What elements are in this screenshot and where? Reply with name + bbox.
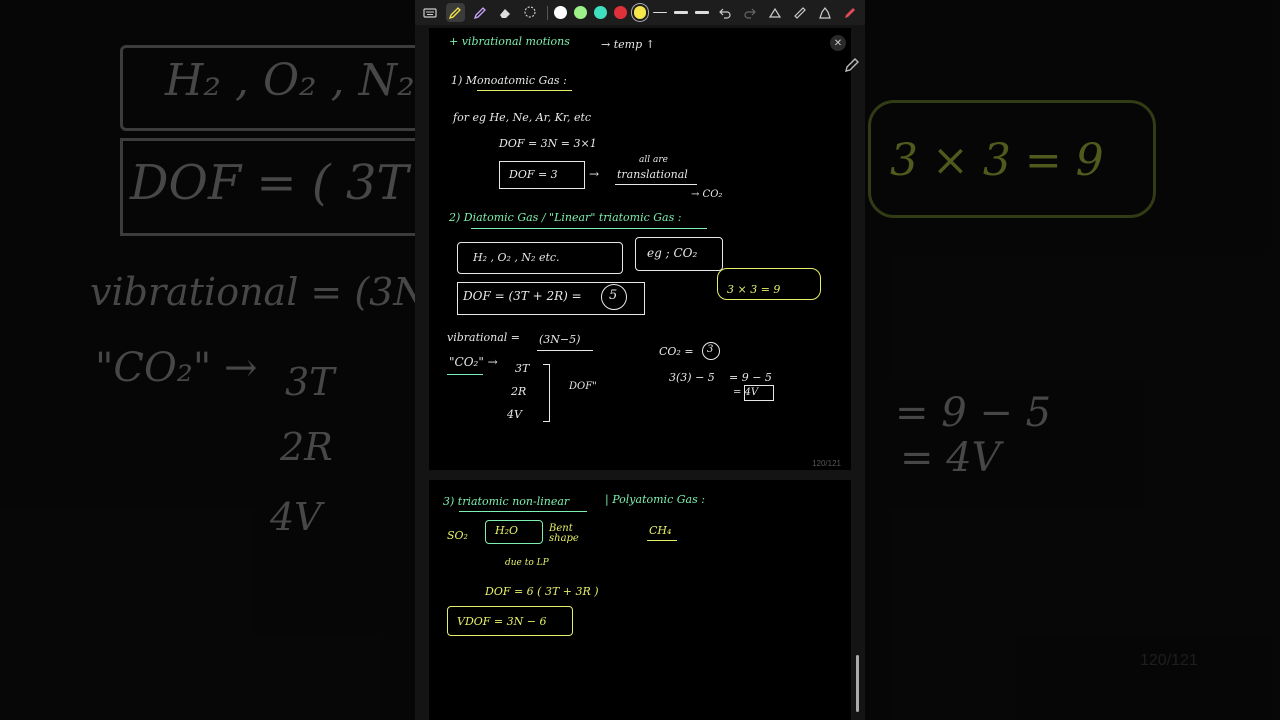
ruler-icon[interactable] <box>790 3 809 22</box>
p2-triatomic-nonlinear: 3) triatomic non-linear <box>443 495 570 508</box>
p1-monoatomic-underline <box>477 90 572 91</box>
p1-five: 5 <box>609 288 618 303</box>
p1-9-minus-5: = 9 − 5 <box>729 371 772 384</box>
eraser-icon[interactable] <box>495 3 514 22</box>
p2-polyatomic-gas: | Polyatomic Gas : <box>605 493 705 506</box>
p1-2r: 2R <box>511 385 527 398</box>
p1-co2-eq: CO₂ = <box>659 345 694 358</box>
p1-dof-3: DOF = 3 <box>509 168 558 181</box>
p1-diatomic-label: 2) Diatomic Gas / "Linear" triatomic Gas… <box>449 211 682 224</box>
shapes-icon[interactable] <box>766 3 785 22</box>
close-icon[interactable]: ✕ <box>830 35 846 51</box>
p1-three: 3 <box>707 344 714 355</box>
p1-dof-quote: DOF" <box>569 381 597 392</box>
p1-vibrational-motions: + vibrational motions <box>449 35 570 48</box>
p2-h2o: H₂O <box>495 524 519 537</box>
p2-triatomic-underline <box>459 511 587 512</box>
p1-translational-underline <box>615 184 697 185</box>
p1-3n-5: (3N−5) <box>539 333 581 346</box>
p1-vibrational-eq: vibrational = <box>447 331 521 344</box>
p2-vdof: VDOF = 3N − 6 <box>457 615 547 628</box>
note-page-2[interactable]: 3) triatomic non-linear | Polyatomic Gas… <box>429 480 851 720</box>
color-red-swatch[interactable] <box>613 6 627 19</box>
p1-3x3-minus-5: 3(3) − 5 <box>669 371 715 384</box>
color-green-swatch[interactable] <box>573 6 587 19</box>
edit-pen-icon[interactable] <box>843 56 861 74</box>
pen-icon[interactable] <box>445 3 465 22</box>
p1-co2-arrow: → CO₂ <box>691 189 723 200</box>
p1-dof-3n: DOF = 3N = 3×1 <box>499 137 597 150</box>
p1-dof-formula: DOF = (3T + 2R) = <box>463 289 582 303</box>
p1-bracket <box>543 364 550 422</box>
p2-ch4-underline <box>647 540 677 541</box>
vertical-scrollbar[interactable] <box>856 655 859 712</box>
undo-icon[interactable] <box>716 3 735 22</box>
p2-dof-6: DOF = 6 ( 3T + 3R ) <box>485 585 599 598</box>
color-yellow-swatch[interactable] <box>633 6 647 19</box>
p1-3x3-9: 3 × 3 = 9 <box>727 283 781 296</box>
redo-icon[interactable] <box>741 3 760 22</box>
highlighter-icon[interactable] <box>471 3 490 22</box>
note-page-1[interactable]: + vibrational motions → temp ↑ 1) Monoat… <box>429 28 851 470</box>
p2-bent-shape: Bent shape <box>549 523 579 544</box>
p1-h2-o2-n2: H₂ , O₂ , N₂ etc. <box>473 251 560 264</box>
p1-example-gases: for eg He, Ne, Ar, Kr, etc <box>453 111 592 124</box>
p1-temp-increase: → temp ↑ <box>601 38 655 51</box>
p2-so2: SO₂ <box>447 529 468 542</box>
notes-app-window: + vibrational motions → temp ↑ 1) Monoat… <box>415 0 865 720</box>
lasso-icon[interactable] <box>520 3 539 22</box>
p1-all-are: all are <box>639 155 668 165</box>
toolbar-separator <box>547 5 549 20</box>
p1-co2-quote: "CO₂" → <box>449 355 498 369</box>
p1-co2-underline <box>447 374 483 375</box>
p1-3n-5-underline <box>537 350 593 351</box>
drawing-toolbar <box>415 0 865 25</box>
p1-diatomic-underline <box>471 228 707 229</box>
stroke-medium-button[interactable] <box>674 11 689 14</box>
page-number: 120/121 <box>812 459 841 468</box>
pen-settings-icon[interactable] <box>815 3 834 22</box>
p1-arrow: → <box>589 167 600 181</box>
p1-eg-co2: eg ; CO₂ <box>647 246 698 260</box>
marker-icon[interactable] <box>840 3 859 22</box>
stroke-thick-button[interactable] <box>695 10 710 15</box>
p1-3t: 3T <box>515 362 530 375</box>
p1-4v: 4V <box>507 408 522 421</box>
keyboard-icon[interactable] <box>421 3 440 22</box>
p1-monoatomic-label: 1) Monoatomic Gas : <box>451 74 567 87</box>
p1-4v-box <box>744 385 774 401</box>
color-white-swatch[interactable] <box>554 6 567 19</box>
stroke-thin-button[interactable] <box>653 11 668 14</box>
p2-due-to-lp: due to LP <box>505 558 549 568</box>
color-teal-swatch[interactable] <box>593 6 607 19</box>
p2-ch4: CH₄ <box>649 524 672 537</box>
p1-translational: translational <box>617 168 688 181</box>
